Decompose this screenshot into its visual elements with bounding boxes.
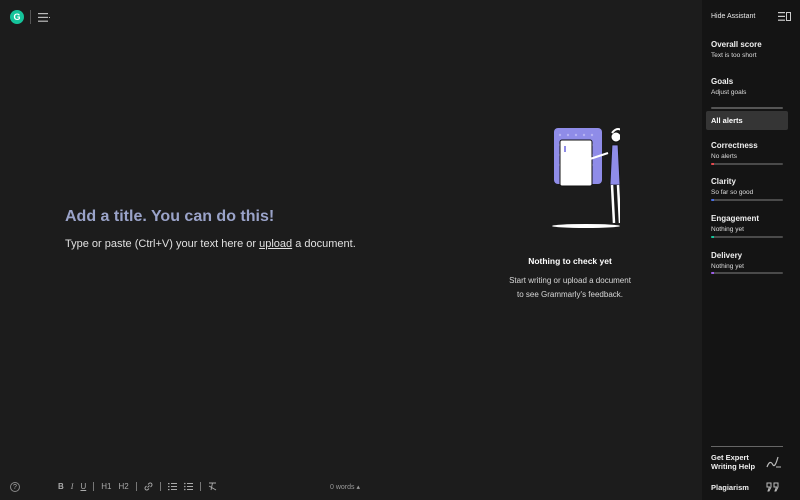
sidebar-divider: [711, 446, 783, 447]
empty-state-line-2: to see Grammarly's feedback.: [516, 290, 623, 299]
goals-subtitle: Adjust goals: [711, 89, 747, 96]
underline-button[interactable]: U: [80, 482, 86, 491]
expert-help-button[interactable]: Get Expert Writing Help: [711, 453, 761, 471]
empty-state-subtitle: Start writing or upload a document to se…: [495, 274, 645, 302]
overall-score-title: Overall score: [711, 40, 762, 49]
correctness-title: Correctness: [711, 141, 758, 150]
empty-state-title: Nothing to check yet: [528, 256, 612, 266]
delivery-subtitle: Nothing yet: [711, 263, 744, 270]
quote-icon: [766, 482, 779, 492]
clarity-subtitle: So far so good: [711, 189, 754, 196]
clear-formatting-icon[interactable]: [208, 482, 217, 491]
toolbar-separator: [159, 482, 161, 491]
engagement-title: Engagement: [711, 214, 760, 223]
all-alerts-tab[interactable]: All alerts: [706, 111, 788, 130]
correctness-category[interactable]: Correctness No alerts: [711, 141, 783, 160]
assistant-sidebar: Hide Assistant Overall score Text is too…: [702, 0, 800, 500]
word-count[interactable]: 0 words ▴: [330, 483, 360, 491]
delivery-category[interactable]: Delivery Nothing yet: [711, 251, 783, 270]
top-left-controls: G: [10, 10, 52, 24]
bold-button[interactable]: B: [58, 482, 64, 491]
goals[interactable]: Goals Adjust goals: [711, 77, 783, 96]
editor[interactable]: Add a title. You can do this! Type or pa…: [65, 208, 465, 250]
heading2-button[interactable]: H2: [118, 482, 128, 491]
link-icon[interactable]: [144, 482, 153, 491]
hamburger-icon: [37, 12, 50, 22]
overall-score[interactable]: Overall score Text is too short: [711, 40, 783, 59]
overall-score-subtitle: Text is too short: [711, 52, 757, 59]
plagiarism-button[interactable]: Plagiarism: [711, 483, 749, 492]
numbered-list-icon[interactable]: [167, 482, 177, 491]
upload-link[interactable]: upload: [259, 238, 292, 250]
grammarly-logo[interactable]: G: [10, 10, 24, 24]
toolbar-separator: [199, 482, 201, 491]
toolbar-separator: [135, 482, 137, 491]
clarity-title: Clarity: [711, 177, 736, 186]
word-count-label: 0 words: [330, 484, 355, 491]
clarity-category[interactable]: Clarity So far so good: [711, 177, 783, 196]
goals-title: Goals: [711, 77, 734, 86]
heading1-button[interactable]: H1: [101, 482, 111, 491]
empty-state: Nothing to check yet Start writing or up…: [495, 125, 645, 302]
engagement-subtitle: Nothing yet: [711, 226, 744, 233]
menu-button[interactable]: [30, 10, 52, 24]
clarity-bar: [711, 199, 783, 201]
empty-state-line-1: Start writing or upload a document: [509, 276, 631, 285]
expert-writing-icon: [766, 456, 781, 468]
correctness-subtitle: No alerts: [711, 153, 738, 160]
bullet-list-icon[interactable]: [183, 482, 193, 491]
toolbar-separator: [93, 482, 95, 491]
panel-toggle-icon: [778, 12, 791, 21]
delivery-title: Delivery: [711, 251, 743, 260]
engagement-bar: [711, 236, 783, 238]
goals-divider: [711, 107, 783, 109]
hide-assistant-button[interactable]: Hide Assistant: [711, 12, 791, 21]
body-placeholder-text: Type or paste (Ctrl+V) your text here or: [65, 238, 260, 250]
illustration-icon: [552, 128, 620, 228]
hide-assistant-label: Hide Assistant: [711, 13, 756, 20]
caret-up-icon: ▴: [356, 484, 360, 491]
italic-button[interactable]: I: [71, 482, 74, 491]
delivery-bar: [711, 272, 783, 274]
title-placeholder[interactable]: Add a title. You can do this!: [65, 208, 465, 226]
correctness-bar: [711, 163, 783, 165]
formatting-toolbar: B I U H1 H2: [58, 482, 217, 491]
body-placeholder-tail: a document.: [292, 238, 356, 250]
help-button[interactable]: ?: [10, 482, 20, 492]
engagement-category[interactable]: Engagement Nothing yet: [711, 214, 783, 233]
body-placeholder[interactable]: Type or paste (Ctrl+V) your text here or…: [65, 238, 465, 250]
